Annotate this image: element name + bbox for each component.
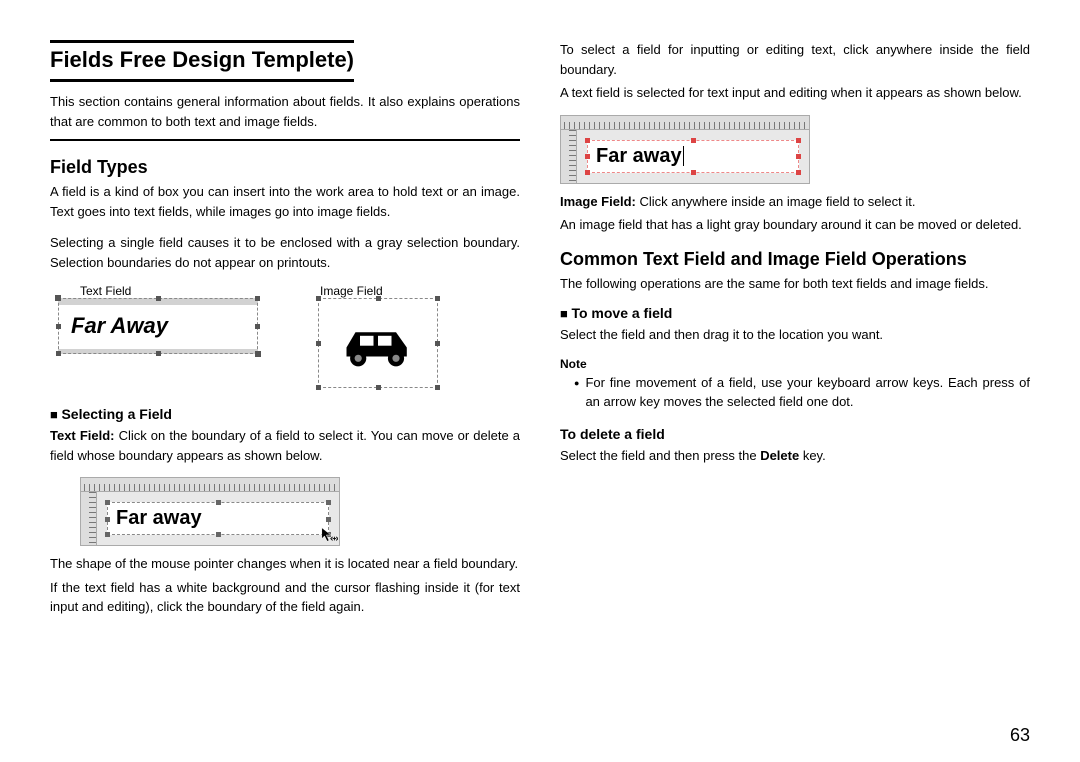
note-body: For fine movement of a field, use your k… [574,373,1030,412]
ruler1-content: Far away [116,507,202,529]
text-field-figure: Far Away [58,298,258,354]
delete-pre: Select the field and then press the [560,448,760,463]
common-body: The following operations are the same fo… [560,274,1030,294]
heading-selecting: Selecting a Field [50,406,520,422]
text-field-content: Far Away [71,313,168,339]
shape-body: The shape of the mouse pointer changes w… [50,554,520,574]
select-body: To select a field for inputting or editi… [560,40,1030,79]
move-body: Select the field and then drag it to the… [560,325,1030,345]
section-title: Fields Free Design Templete) [50,40,354,82]
divider [50,139,520,141]
note-label: Note [560,357,1030,371]
selecting-text: Click on the boundary of a field to sele… [50,428,520,463]
heading-field-types: Field Types [50,157,520,178]
selecting-prefix: Text Field: [50,428,115,443]
manual-page: Fields Free Design Templete) This sectio… [0,0,1080,762]
figure-labels-row: Text Field Image Field [50,284,520,298]
intro-text: This section contains general informatio… [50,92,520,131]
delete-body: Select the field and then press the Dele… [560,446,1030,466]
page-number: 63 [1010,725,1030,746]
label-text-field: Text Field [80,284,320,298]
figures-row: Far Away [50,298,520,388]
note-text: For fine movement of a field, use your k… [585,373,1030,412]
car-icon [333,313,423,373]
right-column: To select a field for inputting or editi… [560,40,1030,732]
shown-body: A text field is selected for text input … [560,83,1030,103]
image-field-figure [318,298,438,388]
heading-delete: To delete a field [560,426,1030,442]
move-cursor-icon [320,526,338,544]
delete-key: Delete [760,448,799,463]
ruler-figure-1: Far away [80,477,340,546]
ruler2-content: Far away [596,145,682,167]
selecting-body: Text Field: Click on the boundary of a f… [50,426,520,465]
field-types-p2: Selecting a single field causes it to be… [50,233,520,272]
image-field-body2: An image field that has a light gray bou… [560,215,1030,235]
editing-text-field: Far away [587,140,799,173]
text-caret-icon [683,146,684,166]
image-field-body: Image Field: Click anywhere inside an im… [560,192,1030,212]
label-image-field: Image Field [320,284,383,298]
field-types-p1: A field is a kind of box you can insert … [50,182,520,221]
delete-post: key. [799,448,826,463]
left-column: Fields Free Design Templete) This sectio… [50,40,520,732]
ruler-figure-2: Far away [560,115,810,184]
image-field-text: Click anywhere inside an image field to … [636,194,916,209]
flashing-body: If the text field has a white background… [50,578,520,617]
image-field-prefix: Image Field: [560,194,636,209]
heading-move: To move a field [560,305,1030,321]
heading-common-ops: Common Text Field and Image Field Operat… [560,249,1030,270]
selected-text-field: Far away [107,502,329,535]
